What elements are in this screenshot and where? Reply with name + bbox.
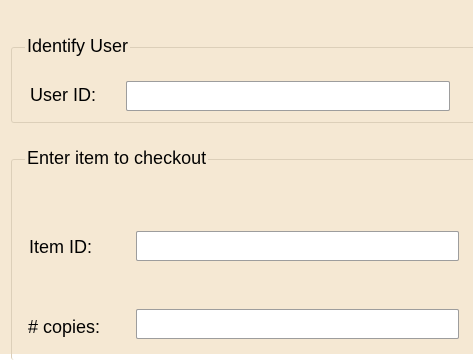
user-id-input[interactable]: [126, 81, 450, 111]
checkout-panel: Identify User User ID: Enter item to che…: [0, 0, 473, 360]
item-id-label: Item ID:: [29, 237, 93, 257]
copies-label: # copies:: [28, 317, 101, 337]
copies-input[interactable]: [136, 309, 459, 339]
item-id-input[interactable]: [136, 231, 459, 261]
user-id-label: User ID:: [30, 85, 97, 105]
identify-user-group-title: Identify User: [25, 36, 131, 56]
checkout-item-group-title: Enter item to checkout: [25, 148, 209, 168]
